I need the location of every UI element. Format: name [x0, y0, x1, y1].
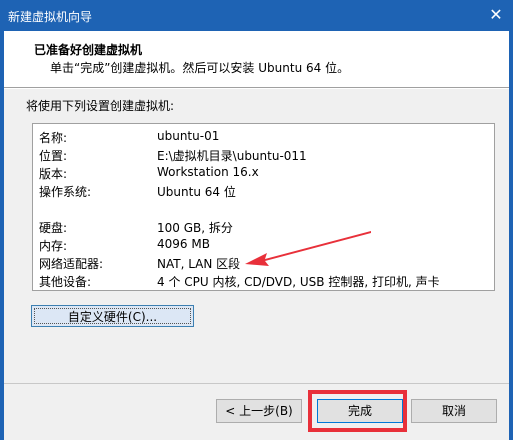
summary-key: 操作系统:	[39, 185, 92, 199]
close-icon[interactable]: ✕	[485, 4, 507, 26]
wizard-header: 已准备好创建虚拟机 单击“完成”创建虚拟机。然后可以安装 Ubuntu 64 位…	[4, 31, 509, 87]
summary-key: 位置:	[39, 149, 68, 163]
settings-summary-box: 名称: ubuntu-01 位置: E:\虚拟机目录\ubuntu-011 版本…	[32, 123, 495, 291]
summary-key: 名称:	[39, 131, 68, 145]
window-title: 新建虚拟机向导	[8, 10, 93, 24]
title-bar: 新建虚拟机向导 ✕	[0, 0, 513, 31]
summary-value: E:\虚拟机目录\ubuntu-011	[157, 149, 307, 163]
back-button[interactable]: < 上一步(B)	[216, 399, 302, 423]
customize-hardware-label: 自定义硬件(C)...	[34, 308, 191, 324]
footer-divider	[4, 383, 509, 384]
annotation-highlight-box	[308, 390, 407, 432]
summary-key: 网络适配器:	[39, 257, 104, 271]
customize-hardware-button[interactable]: 自定义硬件(C)...	[31, 305, 194, 327]
annotation-arrow-icon	[245, 231, 371, 266]
intro-label: 将使用下列设置创建虚拟机:	[26, 99, 175, 113]
summary-value: NAT, LAN 区段	[157, 257, 241, 271]
summary-value: 100 GB, 拆分	[157, 221, 233, 235]
summary-value: Ubuntu 64 位	[157, 185, 236, 199]
cancel-button[interactable]: 取消	[411, 399, 497, 423]
summary-key: 版本:	[39, 167, 68, 181]
window-border-right	[509, 31, 513, 440]
summary-value: 4096 MB	[157, 237, 210, 251]
wizard-body: 将使用下列设置创建虚拟机: 名称: ubuntu-01 位置: E:\虚拟机目录…	[4, 89, 509, 440]
header-title: 已准备好创建虚拟机	[34, 43, 143, 57]
summary-value: 4 个 CPU 内核, CD/DVD, USB 控制器, 打印机, 声卡	[157, 275, 440, 289]
summary-key: 硬盘:	[39, 221, 68, 235]
header-subtitle: 单击“完成”创建虚拟机。然后可以安装 Ubuntu 64 位。	[50, 61, 350, 75]
summary-key: 其他设备:	[39, 275, 92, 289]
summary-key: 内存:	[39, 239, 68, 253]
summary-value: Workstation 16.x	[157, 165, 259, 179]
summary-value: ubuntu-01	[157, 129, 220, 143]
